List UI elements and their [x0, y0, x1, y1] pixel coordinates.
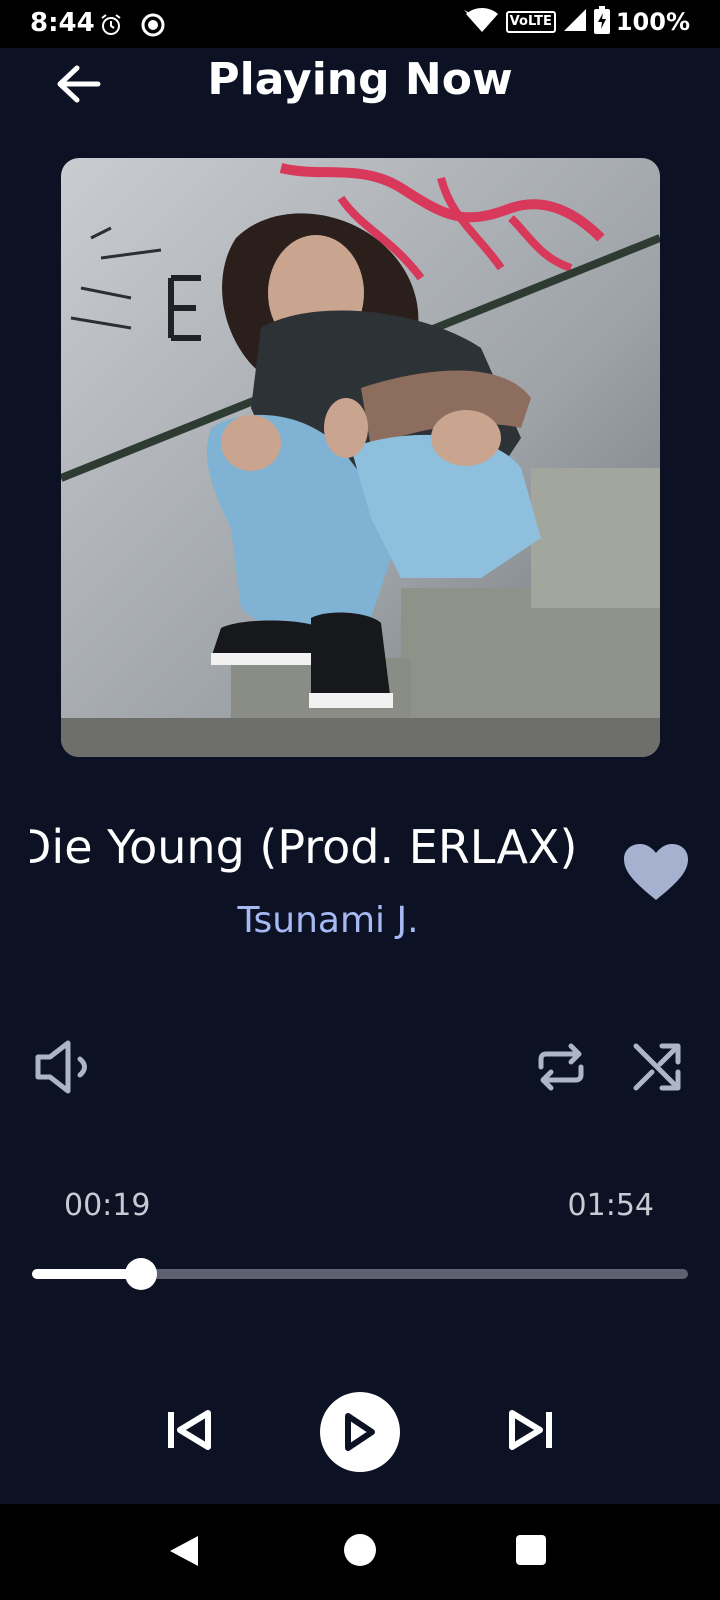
status-bar: 8:44 VoLTE 100% — [0, 0, 720, 48]
previous-icon — [168, 1410, 211, 1450]
nav-home-icon[interactable] — [344, 1534, 376, 1566]
seek-bar-thumb[interactable] — [124, 1258, 157, 1290]
total-time: 01:54 — [567, 1188, 654, 1223]
volume-icon — [35, 1040, 87, 1094]
wifi-icon — [463, 6, 500, 38]
nav-back-icon[interactable] — [168, 1534, 200, 1572]
header: Playing Now — [0, 48, 720, 118]
status-icons: VoLTE 100% — [463, 6, 690, 38]
track-title-marquee: Die Young (Prod. ERLAX) — [30, 820, 590, 890]
system-nav-bar — [0, 1504, 720, 1600]
page-title: Playing Now — [207, 54, 513, 105]
status-time: 8:44 — [30, 8, 95, 38]
current-time: 00:19 — [64, 1188, 151, 1223]
battery-icon — [593, 6, 610, 38]
record-icon — [140, 12, 166, 38]
album-art — [61, 158, 660, 757]
shuffle-icon — [633, 1043, 681, 1091]
previous-button[interactable] — [160, 1400, 220, 1460]
play-icon — [345, 1413, 375, 1451]
play-button[interactable] — [320, 1392, 400, 1472]
volume-button[interactable] — [30, 1032, 100, 1102]
signal-icon — [562, 7, 588, 37]
favorite-button[interactable] — [622, 842, 690, 904]
repeat-button[interactable] — [526, 1032, 596, 1102]
nav-recents-icon[interactable] — [516, 1535, 546, 1565]
heart-icon — [624, 844, 688, 900]
volte-icon: VoLTE — [505, 11, 556, 33]
artist-name: Tsunami J. — [237, 900, 419, 941]
next-button[interactable] — [500, 1400, 560, 1460]
next-icon — [509, 1410, 552, 1450]
seek-bar[interactable] — [32, 1258, 688, 1290]
alarm-icon — [98, 12, 124, 38]
shuffle-button[interactable] — [622, 1032, 692, 1102]
battery-level: 100% — [615, 8, 690, 36]
track-title: Die Young (Prod. ERLAX) — [30, 820, 578, 874]
repeat-icon — [538, 1043, 584, 1091]
